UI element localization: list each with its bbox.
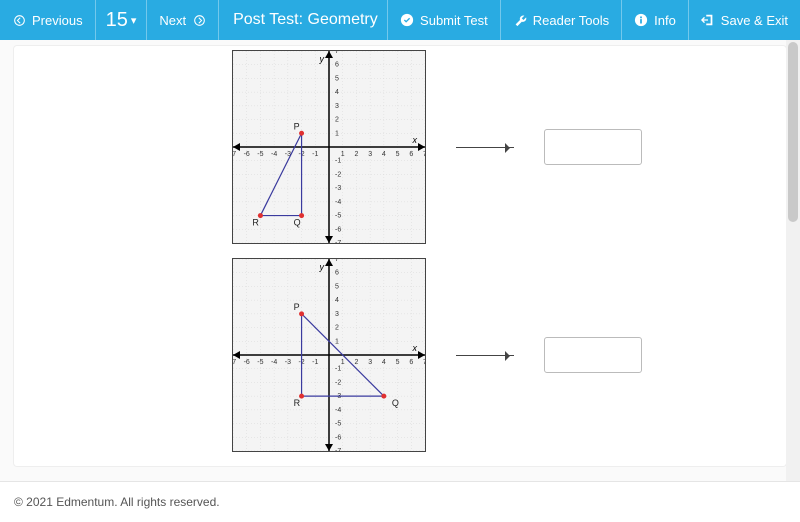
svg-text:6: 6 — [409, 151, 413, 158]
next-label: Next — [159, 13, 186, 28]
svg-text:-6: -6 — [335, 434, 341, 441]
svg-text:3: 3 — [335, 103, 339, 110]
svg-text:R: R — [252, 218, 259, 228]
svg-text:5: 5 — [335, 283, 339, 290]
arrow-right-icon — [456, 147, 514, 148]
answer-input-2[interactable] — [544, 337, 642, 373]
scrollbar[interactable] — [786, 40, 800, 482]
svg-text:1: 1 — [341, 359, 345, 366]
svg-text:P: P — [294, 302, 300, 312]
svg-text:-6: -6 — [244, 151, 250, 158]
svg-text:Q: Q — [294, 218, 301, 228]
arrow-left-icon — [12, 13, 26, 27]
top-toolbar: Previous 15 ▾ Next Post Test: Geometry S… — [0, 0, 800, 40]
svg-text:3: 3 — [335, 311, 339, 318]
question-panel: -7-6-5-4-3-2-11234567-7-6-5-4-3-2-112345… — [14, 46, 786, 466]
footer: © 2021 Edmentum. All rights reserved. — [0, 481, 800, 522]
info-icon — [634, 13, 648, 27]
chevron-down-icon: ▾ — [131, 14, 137, 27]
previous-button[interactable]: Previous — [0, 0, 95, 40]
svg-text:4: 4 — [382, 359, 386, 366]
info-label: Info — [654, 13, 676, 28]
svg-text:-5: -5 — [257, 359, 263, 366]
svg-text:-2: -2 — [335, 379, 341, 386]
submit-label: Submit Test — [420, 13, 488, 28]
item-row: -7-6-5-4-3-2-11234567-7-6-5-4-3-2-112345… — [24, 50, 776, 244]
svg-text:-4: -4 — [335, 407, 341, 414]
svg-text:7: 7 — [423, 151, 425, 158]
svg-text:-1: -1 — [312, 359, 318, 366]
svg-text:y: y — [319, 54, 325, 64]
svg-text:Q: Q — [392, 398, 399, 408]
svg-text:-7: -7 — [335, 448, 341, 451]
svg-text:5: 5 — [335, 75, 339, 82]
content-area: -7-6-5-4-3-2-11234567-7-6-5-4-3-2-112345… — [0, 40, 800, 472]
svg-text:-5: -5 — [257, 151, 263, 158]
svg-text:-5: -5 — [335, 213, 341, 220]
svg-text:-7: -7 — [233, 359, 236, 366]
svg-text:4: 4 — [335, 89, 339, 96]
svg-text:-4: -4 — [271, 151, 277, 158]
svg-text:2: 2 — [335, 325, 339, 332]
previous-label: Previous — [32, 13, 83, 28]
svg-text:2: 2 — [354, 151, 358, 158]
answer-input-1[interactable] — [544, 129, 642, 165]
svg-text:-3: -3 — [285, 359, 291, 366]
item-row: -7-6-5-4-3-2-11234567-7-6-5-4-3-2-112345… — [24, 258, 776, 452]
wrench-icon — [513, 13, 527, 27]
svg-text:7: 7 — [335, 259, 339, 263]
coordinate-graph-2: -7-6-5-4-3-2-11234567-7-6-5-4-3-2-112345… — [232, 258, 426, 452]
svg-text:5: 5 — [396, 359, 400, 366]
svg-text:2: 2 — [335, 117, 339, 124]
arrow-right-icon — [192, 13, 206, 27]
svg-text:6: 6 — [335, 270, 339, 277]
copyright-text: © 2021 Edmentum. All rights reserved. — [14, 495, 220, 509]
svg-text:-2: -2 — [335, 171, 341, 178]
info-button[interactable]: Info — [622, 0, 688, 40]
svg-text:-4: -4 — [271, 359, 277, 366]
svg-text:-1: -1 — [335, 366, 341, 373]
svg-text:3: 3 — [368, 151, 372, 158]
svg-text:R: R — [294, 398, 301, 408]
reader-label: Reader Tools — [533, 13, 609, 28]
question-number: 15 — [106, 9, 128, 32]
svg-text:7: 7 — [423, 359, 425, 366]
svg-text:-1: -1 — [335, 158, 341, 165]
exit-icon — [701, 13, 715, 27]
svg-text:P: P — [294, 121, 300, 131]
save-exit-label: Save & Exit — [721, 13, 788, 28]
svg-text:4: 4 — [335, 297, 339, 304]
svg-text:6: 6 — [409, 359, 413, 366]
svg-text:1: 1 — [341, 151, 345, 158]
svg-text:-1: -1 — [312, 151, 318, 158]
svg-text:1: 1 — [335, 338, 339, 345]
page-title: Post Test: Geometry — [219, 11, 387, 29]
svg-text:3: 3 — [368, 359, 372, 366]
question-number-dropdown[interactable]: 15 ▾ — [96, 9, 147, 32]
svg-text:-4: -4 — [335, 199, 341, 206]
submit-test-button[interactable]: Submit Test — [388, 0, 500, 40]
svg-text:4: 4 — [382, 151, 386, 158]
svg-text:y: y — [319, 262, 325, 272]
svg-text:x: x — [412, 343, 418, 353]
svg-text:6: 6 — [335, 62, 339, 69]
arrow-right-icon — [456, 355, 514, 356]
check-circle-icon — [400, 13, 414, 27]
save-exit-button[interactable]: Save & Exit — [689, 0, 800, 40]
svg-text:5: 5 — [396, 151, 400, 158]
svg-text:-6: -6 — [244, 359, 250, 366]
svg-text:-5: -5 — [335, 421, 341, 428]
svg-text:-6: -6 — [335, 226, 341, 233]
svg-text:-7: -7 — [233, 151, 236, 158]
svg-text:2: 2 — [354, 359, 358, 366]
next-button[interactable]: Next — [147, 0, 218, 40]
svg-text:-7: -7 — [335, 240, 341, 243]
svg-text:7: 7 — [335, 51, 339, 55]
svg-text:x: x — [412, 135, 418, 145]
svg-text:-3: -3 — [335, 185, 341, 192]
svg-text:1: 1 — [335, 130, 339, 137]
coordinate-graph-1: -7-6-5-4-3-2-11234567-7-6-5-4-3-2-112345… — [232, 50, 426, 244]
reader-tools-button[interactable]: Reader Tools — [501, 0, 621, 40]
